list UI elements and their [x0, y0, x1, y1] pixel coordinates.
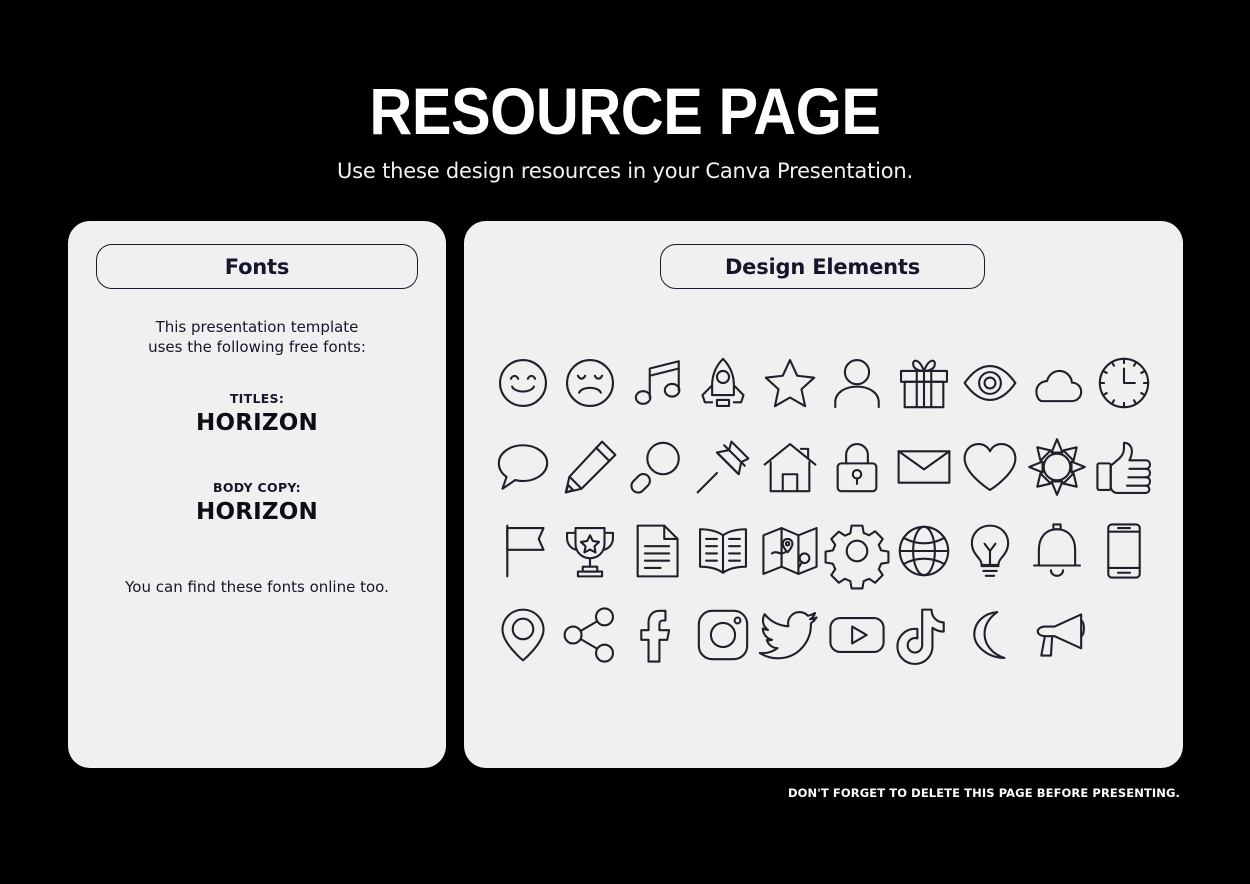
pencil-icon[interactable]: [561, 438, 619, 496]
lightbulb-icon[interactable]: [961, 522, 1019, 580]
twitter-icon[interactable]: [761, 606, 819, 664]
fonts-panel: Fonts This presentation template uses th…: [68, 221, 446, 768]
youtube-icon[interactable]: [828, 606, 886, 664]
music-note-icon[interactable]: [628, 354, 686, 412]
titles-font-name: HORIZON: [196, 410, 318, 436]
footer-note: DON'T FORGET TO DELETE THIS PAGE BEFORE …: [788, 786, 1180, 800]
body-font-group: BODY COPY: HORIZON: [68, 480, 446, 525]
slide-canvas: RESOURCE PAGE Use these design resources…: [0, 0, 1250, 884]
fonts-intro-line-2: uses the following free fonts:: [148, 338, 366, 356]
document-icon[interactable]: [628, 522, 686, 580]
page-subtitle: Use these design resources in your Canva…: [337, 159, 913, 183]
house-icon[interactable]: [761, 438, 819, 496]
flag-icon[interactable]: [494, 522, 552, 580]
design-elements-panel: Design Elements: [464, 221, 1183, 768]
icon-grid: [490, 341, 1157, 677]
megaphone-icon[interactable]: [1028, 606, 1086, 664]
heart-icon[interactable]: [961, 438, 1019, 496]
fonts-intro: This presentation template uses the foll…: [68, 317, 446, 357]
page-title: RESOURCE PAGE: [369, 74, 881, 148]
fonts-heading-label: Fonts: [224, 254, 290, 279]
cloud-icon[interactable]: [1028, 354, 1086, 412]
thumbs-up-icon[interactable]: [1095, 438, 1153, 496]
book-icon[interactable]: [694, 522, 752, 580]
bell-icon[interactable]: [1028, 522, 1086, 580]
lock-icon[interactable]: [828, 438, 886, 496]
fonts-panel-body: This presentation template uses the foll…: [68, 317, 446, 597]
star-icon[interactable]: [761, 354, 819, 412]
globe-icon[interactable]: [895, 522, 953, 580]
rocket-icon[interactable]: [694, 354, 752, 412]
envelope-icon[interactable]: [895, 438, 953, 496]
gear-icon[interactable]: [828, 522, 886, 580]
tiktok-icon[interactable]: [895, 606, 953, 664]
trophy-icon[interactable]: [561, 522, 619, 580]
moon-icon[interactable]: [961, 606, 1019, 664]
sun-icon[interactable]: [1028, 438, 1086, 496]
titles-font-group: TITLES: HORIZON: [68, 391, 446, 436]
body-font-name: HORIZON: [196, 499, 318, 525]
phone-icon[interactable]: [1095, 522, 1153, 580]
location-pin-icon[interactable]: [494, 606, 552, 664]
clock-icon[interactable]: [1095, 354, 1153, 412]
person-icon[interactable]: [828, 354, 886, 412]
pushpin-icon[interactable]: [694, 438, 752, 496]
body-font-label: BODY COPY:: [213, 480, 301, 495]
slide-header: RESOURCE PAGE Use these design resources…: [0, 72, 1250, 184]
facebook-icon[interactable]: [628, 606, 686, 664]
magnifier-icon[interactable]: [628, 438, 686, 496]
fonts-intro-line-1: This presentation template: [155, 318, 359, 336]
design-elements-heading: Design Elements: [660, 244, 985, 289]
sad-face-icon[interactable]: [561, 354, 619, 412]
titles-font-label: TITLES:: [229, 391, 285, 406]
fonts-panel-heading: Fonts: [96, 244, 418, 289]
smiley-face-icon[interactable]: [494, 354, 552, 412]
fonts-outro: You can find these fonts online too.: [125, 578, 389, 596]
eye-icon[interactable]: [961, 354, 1019, 412]
share-icon[interactable]: [561, 606, 619, 664]
design-elements-heading-label: Design Elements: [724, 254, 921, 279]
map-icon[interactable]: [761, 522, 819, 580]
instagram-icon[interactable]: [694, 606, 752, 664]
speech-bubble-icon[interactable]: [494, 438, 552, 496]
gift-icon[interactable]: [895, 354, 953, 412]
